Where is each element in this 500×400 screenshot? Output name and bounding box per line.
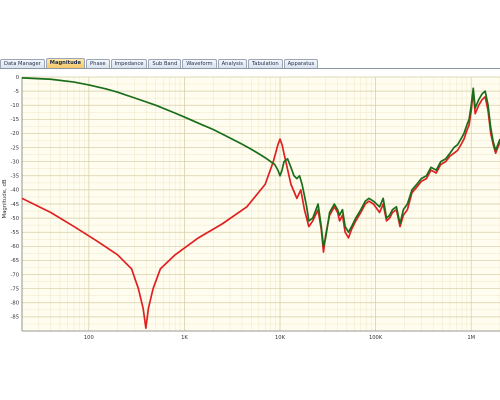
tab-apparatus[interactable]: Apparatus [283,59,319,68]
tab-bar: Data Manager Magnitude Phase Impedance Sub B… [0,58,500,69]
tab-sub-band[interactable]: Sub Band [148,59,182,68]
x-tick-label: 1K [181,335,188,341]
analyzer-window: Data Manager Magnitude Phase Impedance Sub B… [0,56,500,342]
y-tick-label: -80 [11,301,19,307]
y-tick-label: -40 [11,188,19,194]
y-tick-label: -30 [11,159,19,165]
tab-magnitude[interactable]: Magnitude [45,58,86,68]
tab-data-manager[interactable]: Data Manager [0,59,45,68]
y-tick-label: -5 [14,89,19,95]
tab-tabulation[interactable]: Tabulation [247,59,283,68]
tab-phase[interactable]: Phase [86,59,110,68]
y-tick-label: -75 [11,286,19,292]
y-tick-label: -60 [11,244,19,250]
x-tick-label: 100K [369,335,383,341]
x-tick-label: 1M [467,335,475,341]
y-tick-label: -25 [11,145,19,151]
y-tick-label: -15 [11,117,19,123]
magnitude-chart: 0 -5 -10 -15 -20 -25 -30 -35 -40 -45 -50 -55 -60 -65 -… [2,75,500,341]
y-tick-label: -20 [11,131,19,137]
y-tick-label: -35 [11,174,19,180]
y-tick-label: -45 [11,202,19,208]
x-tick-label: 10K [275,335,286,341]
y-tick-label: 0 [16,75,19,81]
y-tick-label: -10 [11,103,19,109]
y-tick-label: -50 [11,216,19,222]
y-tick-label: -85 [11,315,19,321]
y-tick-label: -70 [11,272,19,278]
y-tick-label: -65 [11,258,19,264]
tab-waveform[interactable]: Waveform [182,59,217,68]
tab-analysis[interactable]: Analysis [217,59,247,68]
tab-impedance[interactable]: Impedance [110,59,148,68]
y-axis-label: Magnitude, dB [2,179,8,218]
x-tick-label: 100 [84,335,94,341]
y-tick-label: -55 [11,230,19,236]
